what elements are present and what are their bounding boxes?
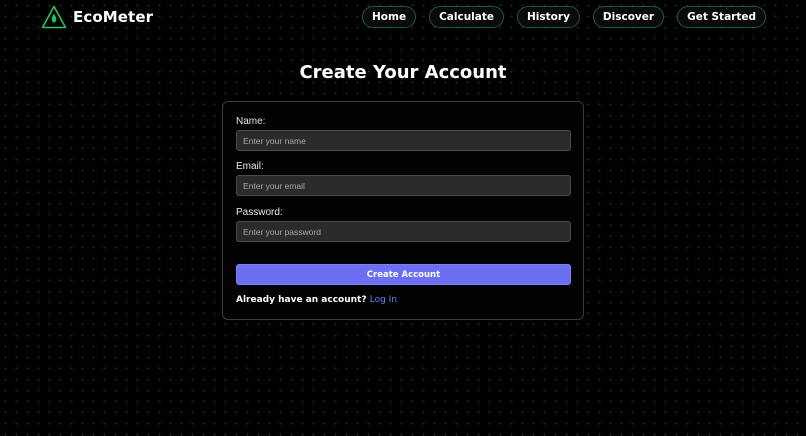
name-label: Name: (236, 116, 266, 127)
password-input[interactable] (236, 221, 571, 242)
nav-discover-button[interactable]: Discover (592, 6, 665, 28)
login-link[interactable]: Log In (370, 295, 397, 305)
password-label: Password: (236, 207, 283, 218)
name-input[interactable] (236, 130, 571, 151)
navbar: EcoMeter Home Calculate History Discover… (0, 0, 806, 34)
leaf-triangle-icon (41, 5, 67, 29)
brand[interactable]: EcoMeter (41, 5, 153, 29)
nav-calculate-button[interactable]: Calculate (429, 6, 505, 28)
nav-home-button[interactable]: Home (362, 6, 417, 28)
nav-get-started-button[interactable]: Get Started (677, 6, 766, 28)
create-account-button[interactable]: Create Account (236, 264, 571, 285)
login-prompt-text: Already have an account? (236, 295, 367, 305)
email-label: Email: (236, 161, 264, 172)
email-input[interactable] (236, 175, 571, 196)
nav-history-button[interactable]: History (517, 6, 580, 28)
page-title: Create Your Account (299, 62, 507, 83)
login-prompt-row: Already have an account? Log In (236, 295, 397, 305)
signup-form: Name: Email: Password: Create Account Al… (222, 101, 584, 320)
nav-links: Home Calculate History Discover Get Star… (362, 6, 766, 28)
brand-name: EcoMeter (73, 8, 154, 26)
